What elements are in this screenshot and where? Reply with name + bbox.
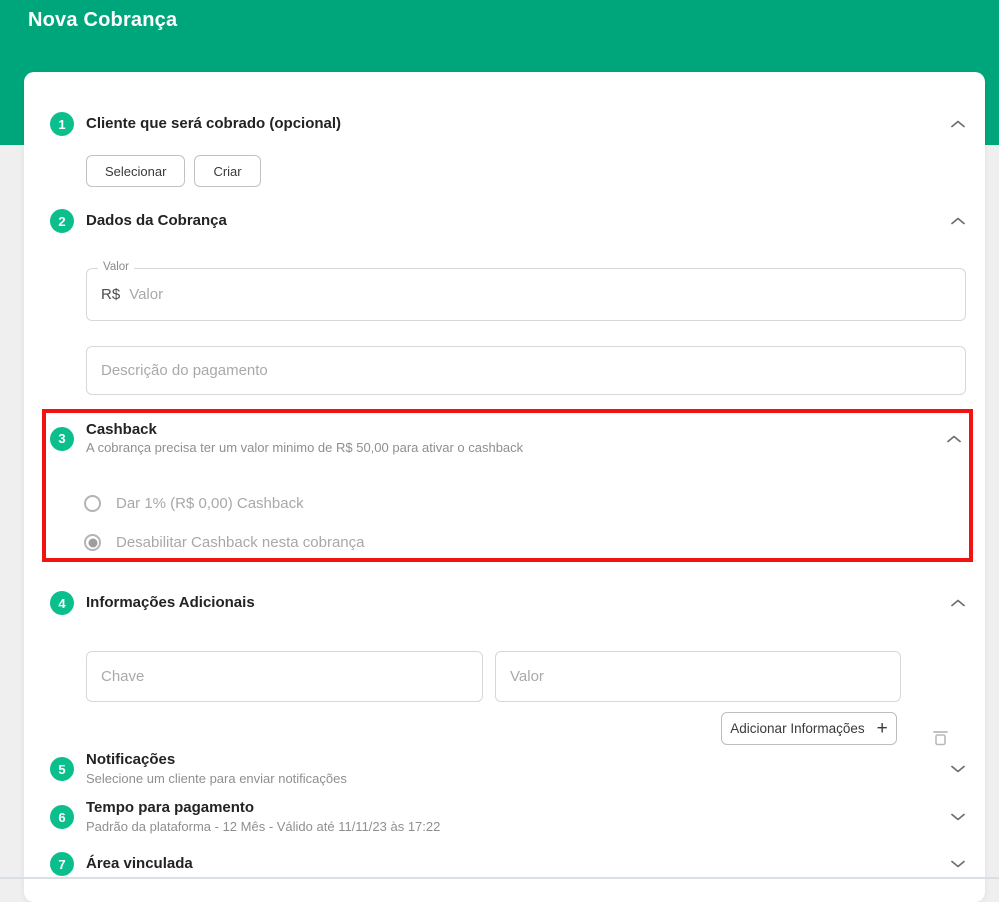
- section-title: Cashback: [86, 421, 523, 438]
- chevron-down-icon[interactable]: [951, 765, 965, 773]
- section-subtitle: A cobrança precisa ter um valor minimo d…: [86, 441, 523, 456]
- step-number-badge: 5: [50, 757, 74, 781]
- value-field[interactable]: [495, 651, 901, 702]
- section-subtitle: Selecione um cliente para enviar notific…: [86, 772, 347, 787]
- section-header-tempo[interactable]: 6 Tempo para pagamento Padrão da platafo…: [50, 801, 965, 833]
- amount-field-label: Valor: [98, 261, 134, 275]
- section-header-informacoes[interactable]: 4 Informações Adicionais: [50, 591, 965, 615]
- currency-prefix: R$: [101, 286, 120, 303]
- key-input[interactable]: [101, 668, 468, 685]
- radio-selected-icon[interactable]: [84, 534, 101, 551]
- chevron-down-icon[interactable]: [951, 860, 965, 868]
- radio-label: Dar 1% (R$ 0,00) Cashback: [116, 495, 304, 512]
- chevron-up-icon[interactable]: [951, 217, 965, 225]
- step-number-badge: 3: [50, 427, 74, 451]
- add-information-label: Adicionar Informações: [730, 721, 864, 736]
- create-client-button[interactable]: Criar: [194, 155, 260, 187]
- amount-input[interactable]: [129, 286, 951, 303]
- step-number-badge: 2: [50, 209, 74, 233]
- step-number-badge: 6: [50, 805, 74, 829]
- cashback-highlight-box: 3 Cashback A cobrança precisa ter um val…: [42, 409, 973, 562]
- section-header-cliente[interactable]: 1 Cliente que será cobrado (opcional): [50, 112, 965, 136]
- chevron-up-icon[interactable]: [951, 599, 965, 607]
- new-charge-form-card: 1 Cliente que será cobrado (opcional) Se…: [24, 72, 985, 902]
- section-title: Notificações: [86, 751, 347, 768]
- step-number-badge: 1: [50, 112, 74, 136]
- section-title: Informações Adicionais: [86, 594, 255, 611]
- section-header-area[interactable]: 7 Área vinculada: [50, 852, 965, 876]
- section-header-dados[interactable]: 2 Dados da Cobrança: [50, 209, 965, 233]
- section-header-cashback[interactable]: 3 Cashback A cobrança precisa ter um val…: [50, 421, 961, 456]
- description-field[interactable]: [86, 346, 966, 395]
- section-header-notificacoes[interactable]: 5 Notificações Selecione um cliente para…: [50, 753, 965, 785]
- section-subtitle: Padrão da plataforma - 12 Mês - Válido a…: [86, 820, 440, 835]
- step-number-badge: 4: [50, 591, 74, 615]
- key-field[interactable]: [86, 651, 483, 702]
- description-input[interactable]: [101, 362, 951, 379]
- cashback-option-give[interactable]: Dar 1% (R$ 0,00) Cashback: [84, 495, 304, 512]
- client-buttons: Selecionar Criar: [86, 155, 261, 187]
- add-information-button[interactable]: Adicionar Informações +: [721, 712, 897, 745]
- cashback-option-disable[interactable]: Desabilitar Cashback nesta cobrança: [84, 534, 364, 551]
- section-title: Área vinculada: [86, 855, 193, 872]
- page-title: Nova Cobrança: [28, 9, 177, 32]
- radio-label: Desabilitar Cashback nesta cobrança: [116, 534, 364, 551]
- chevron-down-icon[interactable]: [951, 813, 965, 821]
- section-title: Tempo para pagamento: [86, 799, 440, 816]
- select-client-button[interactable]: Selecionar: [86, 155, 185, 187]
- amount-field[interactable]: Valor R$: [86, 268, 966, 321]
- section-title: Cliente que será cobrado (opcional): [86, 115, 341, 132]
- chevron-up-icon[interactable]: [947, 435, 961, 443]
- plus-icon: +: [877, 719, 888, 738]
- chevron-up-icon[interactable]: [951, 120, 965, 128]
- trash-icon[interactable]: [932, 728, 949, 752]
- value-input[interactable]: [510, 668, 886, 685]
- section-title: Dados da Cobrança: [86, 212, 227, 229]
- radio-unselected-icon[interactable]: [84, 495, 101, 512]
- step-number-badge: 7: [50, 852, 74, 876]
